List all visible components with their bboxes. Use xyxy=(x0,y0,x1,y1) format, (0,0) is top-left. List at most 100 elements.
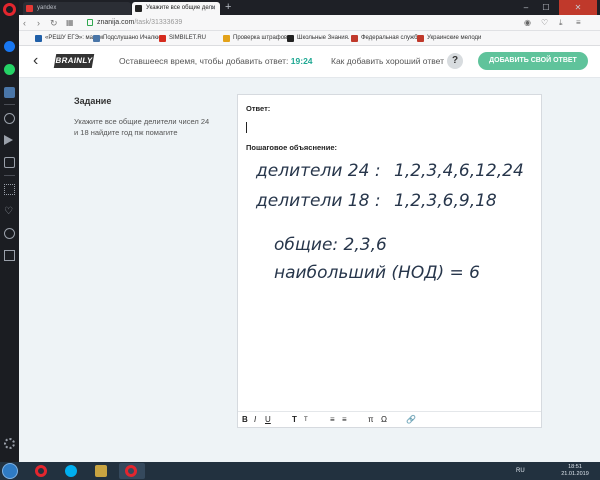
bookmark-favicon-icon xyxy=(35,35,42,42)
tab-yandex[interactable]: yandex xyxy=(23,2,131,15)
answer-tip-link[interactable]: Как добавить хороший ответ xyxy=(331,46,444,76)
task-heading: Задание xyxy=(74,96,112,106)
maximize-button[interactable]: ☐ xyxy=(538,0,554,15)
clock-date: 21.01.2019 xyxy=(561,471,589,477)
compass-icon[interactable] xyxy=(4,113,15,124)
bookmark-favicon-icon xyxy=(417,35,424,42)
history-icon[interactable] xyxy=(4,228,15,239)
line3: общие: 2,3,6 xyxy=(274,235,387,255)
tab-label: yandex xyxy=(37,5,57,11)
close-tab-icon[interactable]: ✕ xyxy=(210,2,216,15)
line4: наибольший (НОД) = 6 xyxy=(274,263,480,283)
windows-taskbar: RU 18:51 21.01.2019 xyxy=(0,462,600,480)
heading-large-button[interactable]: T xyxy=(292,412,297,428)
url-field[interactable]: znanija.com/task/31333639 xyxy=(97,15,182,31)
bookmark-item[interactable]: Федеральная служб xyxy=(351,31,418,46)
opera-icon xyxy=(35,465,47,477)
vk-icon[interactable] xyxy=(4,87,15,98)
heading-small-button[interactable]: T xyxy=(304,412,308,428)
line2-label: делители 18 : xyxy=(255,191,381,211)
heart-icon[interactable]: ♡ xyxy=(541,17,548,29)
game-icon xyxy=(95,465,107,477)
answer-label: Ответ: xyxy=(246,104,271,113)
camera-icon[interactable]: ◉ xyxy=(524,17,531,29)
whatsapp-icon[interactable] xyxy=(4,64,15,75)
underline-button[interactable]: U xyxy=(265,412,271,428)
bookmark-item[interactable]: Проверка штрафов xyxy=(223,31,287,46)
opera-icon xyxy=(125,465,137,477)
clock-time: 18:51 xyxy=(568,464,582,470)
formula-button[interactable]: π xyxy=(368,412,374,428)
bookmark-favicon-icon xyxy=(351,35,358,42)
bookmark-label: Школьные Знания. xyxy=(297,35,350,41)
bookmark-label: Украинские мелоди xyxy=(427,35,482,41)
time-label: Оставшееся время, чтобы добавить ответ: xyxy=(119,56,289,66)
download-icon[interactable]: ⤓ xyxy=(559,17,563,29)
line1-label: делители 24 : xyxy=(255,161,381,181)
bookmark-item[interactable]: Подслушано Ичалки xyxy=(93,31,160,46)
close-window-button[interactable]: ✕ xyxy=(559,0,597,15)
bookmark-label: Подслушано Ичалки xyxy=(103,35,161,41)
bookmark-favicon-icon xyxy=(223,35,230,42)
heart-icon[interactable]: ♡ xyxy=(4,206,15,217)
minimize-button[interactable]: – xyxy=(518,0,534,15)
tab-active[interactable]: Укажите все общие дели ✕ xyxy=(132,2,220,15)
text-caret xyxy=(246,122,247,133)
send-icon[interactable] xyxy=(4,135,13,145)
tab-label: Укажите все общие дели xyxy=(146,5,216,11)
tab-strip: yandex Укажите все общие дели ✕ + – ☐ ✕ xyxy=(19,0,600,15)
sidebar-divider xyxy=(4,104,15,105)
new-tab-button[interactable]: + xyxy=(225,0,231,15)
bookmark-label: SIMBILET.RU xyxy=(169,35,207,41)
game-taskbar-button[interactable] xyxy=(89,463,115,479)
znanija-favicon-icon xyxy=(135,5,142,12)
bookmark-favicon-icon xyxy=(93,35,100,42)
opera-logo-icon[interactable] xyxy=(3,3,16,16)
brainly-logo[interactable]: BRAINLY xyxy=(53,54,95,68)
opera-active-taskbar-button[interactable] xyxy=(119,463,145,479)
time-value: 19:24 xyxy=(290,56,313,66)
reload-icon[interactable]: ↻ xyxy=(50,16,58,30)
menu-icon[interactable]: ≡ xyxy=(576,17,581,29)
bullet-list-button[interactable]: ≡ xyxy=(330,412,335,428)
skype-icon xyxy=(65,465,77,477)
box-icon[interactable] xyxy=(4,250,15,261)
skype-taskbar-button[interactable] xyxy=(59,463,85,479)
url-path: /task/31333639 xyxy=(134,19,183,26)
bookmark-favicon-icon xyxy=(287,35,294,42)
address-bar: ‹ › ↻ ▦ znanija.com/task/31333639 ◉ ♡ ⤓ … xyxy=(19,15,600,31)
add-answer-button[interactable]: ДОБАВИТЬ СВОЙ ОТВЕТ xyxy=(478,52,588,70)
back-icon[interactable]: ‹ xyxy=(23,16,26,30)
opera-taskbar-button[interactable] xyxy=(29,463,55,479)
numbered-list-button[interactable]: ≡ xyxy=(342,412,347,428)
language-indicator[interactable]: RU xyxy=(516,462,525,480)
italic-button[interactable]: I xyxy=(254,412,256,428)
bold-button[interactable]: B xyxy=(242,412,248,428)
handwritten-solution: делители 24 : 1,2,3,4,6,12,24 делители 1… xyxy=(255,161,523,283)
answer-editor[interactable]: Ответ: Пошаговое объяснение: делители 24… xyxy=(237,94,542,428)
bookmark-item[interactable]: Школьные Знания. xyxy=(287,31,350,46)
line2-values: 1,2,3,6,9,18 xyxy=(394,191,497,211)
sidebar-divider xyxy=(4,175,15,176)
bookmark-item[interactable]: Украинские мелоди xyxy=(417,31,481,46)
tabs-grid-icon[interactable]: ▦ xyxy=(66,16,74,30)
start-button[interactable] xyxy=(2,463,18,479)
attachment-button[interactable]: 🔗 xyxy=(406,412,416,428)
grid-icon[interactable] xyxy=(4,184,15,195)
help-icon[interactable]: ? xyxy=(447,53,463,69)
camera-icon[interactable] xyxy=(4,157,15,168)
bookmarks-bar: «РЕШУ ЕГЭ»: матем Подслушано Ичалки SIMBIL… xyxy=(19,31,600,46)
yandex-favicon-icon xyxy=(26,5,33,12)
bookmark-item[interactable]: SIMBILET.RU xyxy=(159,31,206,46)
clock[interactable]: 18:51 21.01.2019 xyxy=(555,464,595,478)
forward-icon[interactable]: › xyxy=(37,16,40,30)
messenger-icon[interactable] xyxy=(4,41,15,52)
back-arrow-icon[interactable]: ‹ xyxy=(33,52,38,70)
lock-icon xyxy=(87,19,93,26)
url-domain: znanija.com xyxy=(97,19,135,26)
symbol-button[interactable]: Ω xyxy=(381,412,387,428)
line1-values: 1,2,3,4,6,12,24 xyxy=(394,161,523,181)
task-text: Укажите все общие делители чисел 24 и 18… xyxy=(74,117,210,137)
editor-toolbar: B I U T T ≡ ≡ π Ω 🔗 xyxy=(238,411,541,427)
settings-icon[interactable] xyxy=(4,438,15,449)
